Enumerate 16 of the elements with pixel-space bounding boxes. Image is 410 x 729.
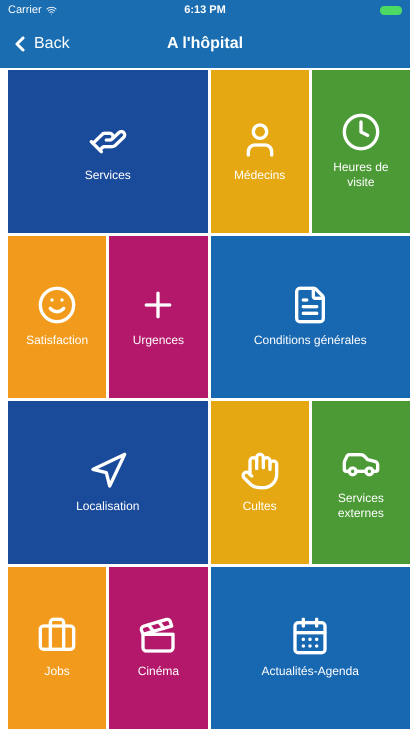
wifi-icon [46, 4, 57, 16]
menu-tile[interactable]: Heures de visite [312, 70, 410, 232]
menu-tile[interactable]: Urgences [109, 236, 208, 398]
menu-tile[interactable]: Localisation [8, 401, 208, 564]
clock-icon [340, 112, 381, 152]
menu-tile[interactable]: Services externes [312, 401, 410, 564]
status-time: 6:13 PM [184, 2, 226, 18]
menu-tile[interactable]: Actualités-Agenda [210, 566, 410, 729]
nav-title: A l'hôpital [166, 34, 244, 54]
smiley-icon [37, 285, 78, 326]
menu-tile[interactable]: Conditions générales [210, 236, 410, 398]
carrier-label: Carrier [8, 2, 42, 18]
menu-tile[interactable]: Cinéma [109, 566, 208, 729]
battery-icon [380, 6, 402, 14]
back-button[interactable]: Back [0, 32, 70, 56]
menu-tile[interactable]: Services [8, 70, 208, 232]
